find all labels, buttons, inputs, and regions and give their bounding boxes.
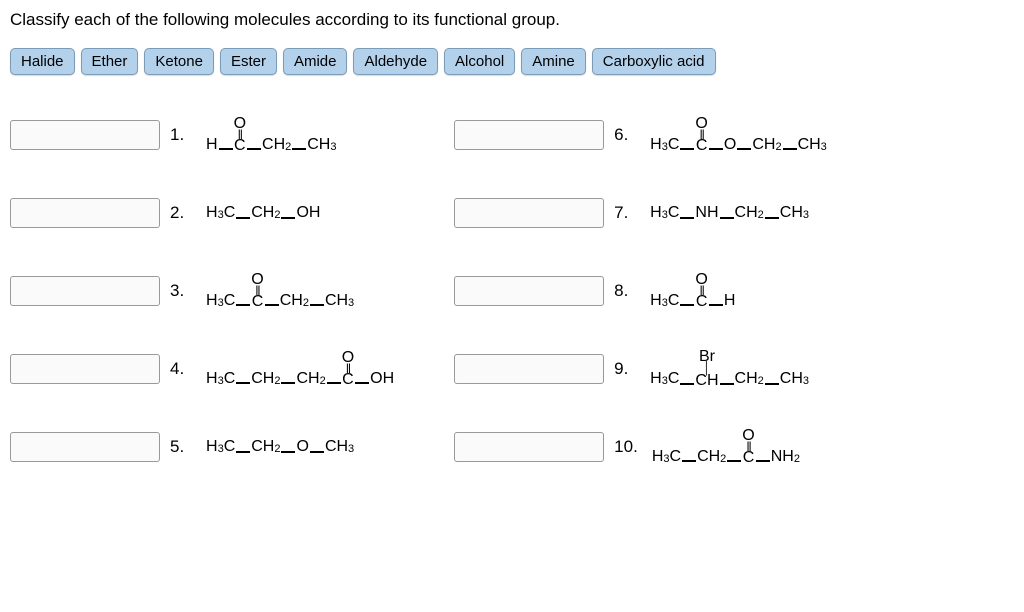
formula-1: H O‖C CH2CH3 [206,116,336,155]
chip-alcohol[interactable]: Alcohol [444,48,515,75]
content-area: 1. H O‖C CH2CH3 2. H3CCH2OH 3. H3C O‖C C… [10,110,1014,472]
item-number: 8. [614,281,636,301]
chip-ester[interactable]: Ester [220,48,277,75]
item-2: 2. H3CCH2OH [10,188,394,238]
item-7: 7. H3CNHCH2CH3 [454,188,827,238]
drop-zone-1[interactable] [10,120,160,150]
carbonyl-c: C [252,294,264,310]
formula-7: H3CNHCH2CH3 [650,203,809,222]
chip-halide[interactable]: Halide [10,48,75,75]
drop-zone-3[interactable] [10,276,160,306]
carbonyl-c: C [696,294,708,310]
drop-zone-10[interactable] [454,432,604,462]
item-number: 9. [614,359,636,379]
left-column: 1. H O‖C CH2CH3 2. H3CCH2OH 3. H3C O‖C C… [10,110,394,472]
item-4: 4. H3CCH2CH2 O‖C OH [10,344,394,394]
item-number: 10. [614,437,638,457]
ch-group: CH [695,373,718,389]
chip-ketone[interactable]: Ketone [144,48,214,75]
carbonyl-c: C [696,138,708,154]
carbonyl-c: C [342,372,354,388]
formula-4: H3CCH2CH2 O‖C OH [206,350,394,389]
formula-3: H3C O‖C CH2CH3 [206,272,354,311]
item-number: 6. [614,125,636,145]
item-number: 2. [170,203,192,223]
question-text: Classify each of the following molecules… [10,10,1014,30]
formula-9: H3C Br│CH CH2CH3 [650,349,809,388]
chip-ether[interactable]: Ether [81,48,139,75]
formula-6: H3C O‖C OCH2CH3 [650,116,827,155]
item-number: 3. [170,281,192,301]
drop-zone-5[interactable] [10,432,160,462]
carbonyl-c: C [743,450,755,466]
chip-aldehyde[interactable]: Aldehyde [353,48,438,75]
drop-zone-8[interactable] [454,276,604,306]
chip-carboxylic-acid[interactable]: Carboxylic acid [592,48,716,75]
item-9: 9. H3C Br│CH CH2CH3 [454,344,827,394]
drop-zone-7[interactable] [454,198,604,228]
formula-5: H3CCH2OCH3 [206,437,354,456]
drop-zone-6[interactable] [454,120,604,150]
item-number: 4. [170,359,192,379]
drop-zone-2[interactable] [10,198,160,228]
chips-row: Halide Ether Ketone Ester Amide Aldehyde… [10,48,1014,75]
item-10: 10. H3CCH2 O‖C NH2 [454,422,827,472]
chip-amide[interactable]: Amide [283,48,348,75]
item-number: 7. [614,203,636,223]
item-5: 5. H3CCH2OCH3 [10,422,394,472]
item-number: 5. [170,437,192,457]
formula-10: H3CCH2 O‖C NH2 [652,428,800,467]
item-1: 1. H O‖C CH2CH3 [10,110,394,160]
chip-amine[interactable]: Amine [521,48,586,75]
right-column: 6. H3C O‖C OCH2CH3 7. H3CNHCH2CH3 8. H3C… [454,110,827,472]
formula-2: H3CCH2OH [206,203,320,222]
drop-zone-4[interactable] [10,354,160,384]
formula-8: H3C O‖C H [650,272,735,311]
carbonyl-c: C [234,138,246,154]
drop-zone-9[interactable] [454,354,604,384]
item-3: 3. H3C O‖C CH2CH3 [10,266,394,316]
item-8: 8. H3C O‖C H [454,266,827,316]
item-6: 6. H3C O‖C OCH2CH3 [454,110,827,160]
item-number: 1. [170,125,192,145]
